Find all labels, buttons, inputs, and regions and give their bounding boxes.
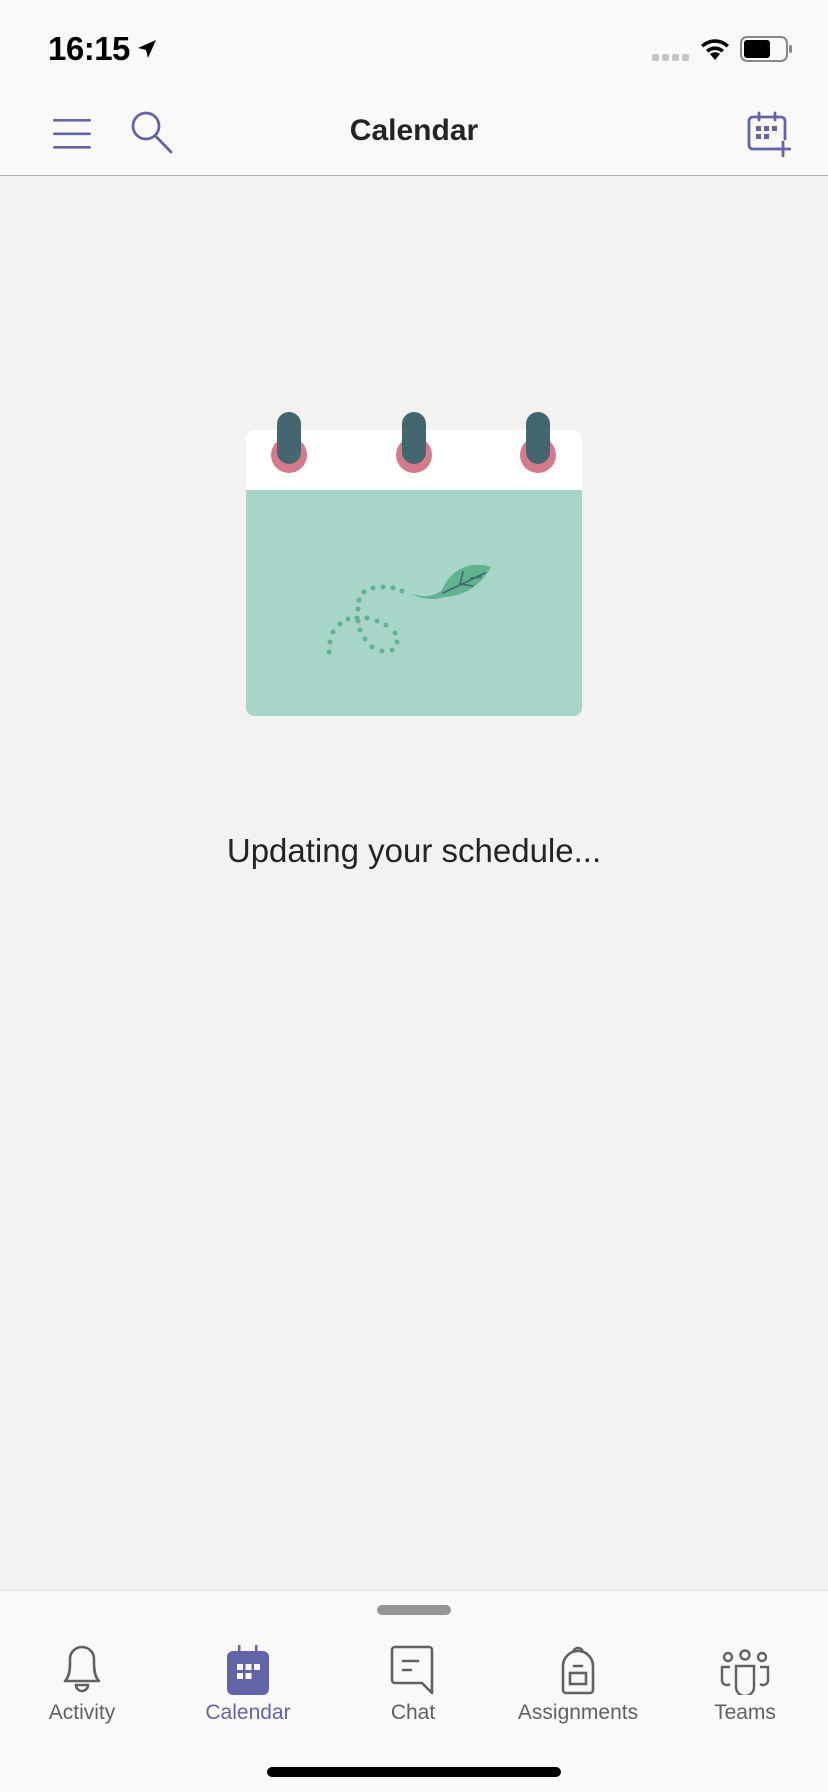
teams-icon bbox=[720, 1649, 770, 1695]
drag-handle[interactable] bbox=[377, 1605, 451, 1615]
bottom-tab-bar: Activity Calendar Chat Assignments Teams bbox=[0, 1590, 828, 1792]
calendar-icon bbox=[227, 1645, 269, 1695]
location-arrow-icon bbox=[138, 40, 156, 58]
tab-label: Calendar bbox=[205, 1701, 291, 1724]
wifi-icon bbox=[701, 39, 729, 60]
binder-ring-3 bbox=[520, 412, 556, 473]
battery-icon bbox=[740, 36, 792, 62]
backpack-icon bbox=[561, 1646, 595, 1695]
tab-label: Chat bbox=[390, 1701, 436, 1724]
main-content: Updating your schedule... bbox=[0, 177, 828, 1590]
status-time: 16:15 bbox=[48, 30, 130, 67]
home-indicator bbox=[267, 1767, 561, 1777]
cellular-signal-icon bbox=[652, 54, 689, 61]
binder-ring-2 bbox=[396, 412, 432, 473]
tab-assignments[interactable]: Assignments bbox=[503, 1639, 653, 1729]
chat-icon bbox=[390, 1645, 434, 1695]
calendar-leaf-illustration bbox=[246, 412, 582, 716]
tab-calendar[interactable]: Calendar bbox=[173, 1639, 323, 1729]
status-bar: 16:15 bbox=[0, 0, 828, 92]
loading-message: Updating your schedule... bbox=[226, 832, 602, 869]
top-nav-bar: Calendar bbox=[0, 92, 828, 176]
tab-label: Activity bbox=[48, 1701, 116, 1724]
calendar-add-icon bbox=[747, 111, 791, 157]
tab-activity[interactable]: Activity bbox=[7, 1639, 157, 1729]
tab-label: Teams bbox=[714, 1701, 776, 1724]
tab-label: Assignments bbox=[517, 1701, 639, 1724]
binder-ring-1 bbox=[271, 412, 307, 473]
tab-teams[interactable]: Teams bbox=[670, 1639, 820, 1729]
bell-icon bbox=[63, 1645, 101, 1693]
new-meeting-button[interactable] bbox=[740, 106, 796, 162]
page-title: Calendar bbox=[349, 114, 479, 147]
tab-chat[interactable]: Chat bbox=[338, 1639, 488, 1729]
